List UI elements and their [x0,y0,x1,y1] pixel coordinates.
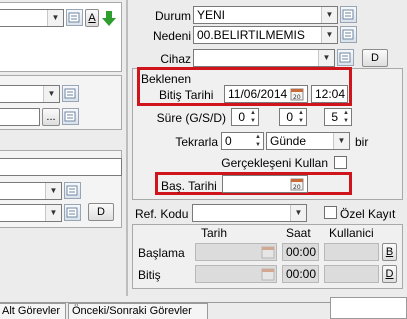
col-tarih-header: Tarih [201,226,228,240]
chevron-down-icon[interactable]: ▼ [45,183,61,199]
col-saat-header: Saat [286,226,311,240]
tekrarla-unit-value: Günde [270,134,307,148]
spin-arrows-icon[interactable]: ▲ ▼ [253,133,263,149]
chevron-down-icon[interactable]: ▼ [43,86,59,102]
tab-alt-gorevler[interactable]: Alt Görevler [0,303,66,319]
calendar-icon [261,267,276,281]
left-field-3[interactable] [0,158,122,176]
bitis-saat-field[interactable]: 12:04 [311,85,348,103]
spin-arrows-icon[interactable]: ▲ ▼ [296,109,306,125]
bitis-saat-value: 00:00 [286,267,317,281]
tekrarla-label: Tekrarla [175,135,218,149]
bitis-kullanici-field [324,265,379,283]
green-down-arrow-icon[interactable] [101,9,117,27]
d-button[interactable]: D [382,265,397,283]
baslama-label: Başlama [138,246,185,260]
baslama-saat-field: 00:00 [282,243,319,261]
lookup-icon[interactable] [64,182,81,199]
spin-arrows-icon[interactable]: ▲ ▼ [341,109,351,125]
nedeni-label: Nedeni [152,29,191,43]
b-button[interactable]: B [382,243,397,261]
ozel-kayit-checkbox[interactable] [324,206,337,219]
calendar-icon [261,245,276,259]
durum-value: YENI [197,8,226,22]
sure-label: Süre (G/S/D) [156,111,226,125]
baslama-saat-value: 00:00 [286,245,317,259]
chevron-down-icon[interactable]: ▼ [45,205,61,221]
bitis-label: Bitiş [138,268,161,282]
ref-kodu-label: Ref. Kodu [135,207,189,221]
lookup-icon[interactable] [340,6,357,23]
gerceklesen-checkbox[interactable] [334,156,347,169]
left-text-field[interactable] [0,108,40,126]
calendar-icon[interactable]: 20 [290,177,305,191]
lookup-icon[interactable] [66,9,83,26]
nedeni-value: 00.BELIRTILMEMIS [197,28,305,42]
sure-dakika-value: 5 [331,110,338,124]
ref-kodu-select[interactable]: ▼ [192,204,307,222]
tekrarla-unit-select[interactable]: Günde ▼ [266,132,350,150]
bitis-saat-value: 12:04 [315,87,346,101]
baslama-kullanici-field [324,243,379,261]
chevron-down-icon[interactable]: ▼ [47,10,63,26]
a-button[interactable]: A [85,9,99,27]
lookup-icon[interactable] [62,108,79,125]
sure-saat-value: 0 [286,110,293,124]
bitis-tarihi-value: 11/06/2014 [228,87,288,101]
bir-label: bir [355,135,369,149]
durum-label: Durum [154,9,191,23]
cihaz-d-button[interactable]: D [362,49,388,67]
lookup-icon[interactable] [64,204,81,221]
lookup-icon[interactable] [340,26,357,43]
browse-button[interactable]: ... [42,108,60,126]
left-combo-2[interactable]: ▼ [0,85,60,103]
cihaz-select[interactable]: ▼ [193,49,335,67]
bitis-tarihi-label: Bitiş Tarihi [159,88,214,102]
col-kullanici-header: Kullanici [329,226,374,240]
lookup-icon[interactable] [337,49,354,66]
left-combo-1[interactable]: ▼ [0,9,64,27]
lookup-icon[interactable] [62,85,79,102]
chevron-down-icon[interactable]: ▼ [333,133,349,149]
gerceklesen-label: Gerçekleşeni Kullan [221,156,328,170]
left-combo-4[interactable]: ▼ [0,182,62,200]
svg-text:20: 20 [293,94,301,101]
calendar-icon[interactable]: 20 [290,87,305,101]
nedeni-select[interactable]: 00.BELIRTILMEMIS ▼ [193,26,338,44]
bas-tarihi-label: Baş. Tarihi [161,179,217,193]
cihaz-label: Cihaz [160,52,191,66]
svg-text:20: 20 [293,184,301,191]
chevron-down-icon[interactable]: ▼ [318,50,334,66]
panel-divider [126,0,128,296]
durum-select[interactable]: YENI ▼ [193,6,338,24]
ozel-kayit-label: Özel Kayıt [340,207,396,221]
bitis-saat-field: 00:00 [282,265,319,283]
left-d-button[interactable]: D [88,203,114,221]
tekrarla-count-value: 0 [225,134,232,148]
tab-onceki-sonraki-gorevler[interactable]: Önceki/Sonraki Görevler [68,303,208,319]
chevron-down-icon[interactable]: ▼ [290,205,306,221]
sure-gun-value: 0 [238,110,245,124]
left-combo-5[interactable]: ▼ [0,204,62,222]
beklenen-label: Beklenen [141,72,192,86]
bottom-right-box [330,297,407,319]
chevron-down-icon[interactable]: ▼ [321,7,337,23]
spin-arrows-icon[interactable]: ▲ ▼ [248,109,258,125]
chevron-down-icon[interactable]: ▼ [321,27,337,43]
